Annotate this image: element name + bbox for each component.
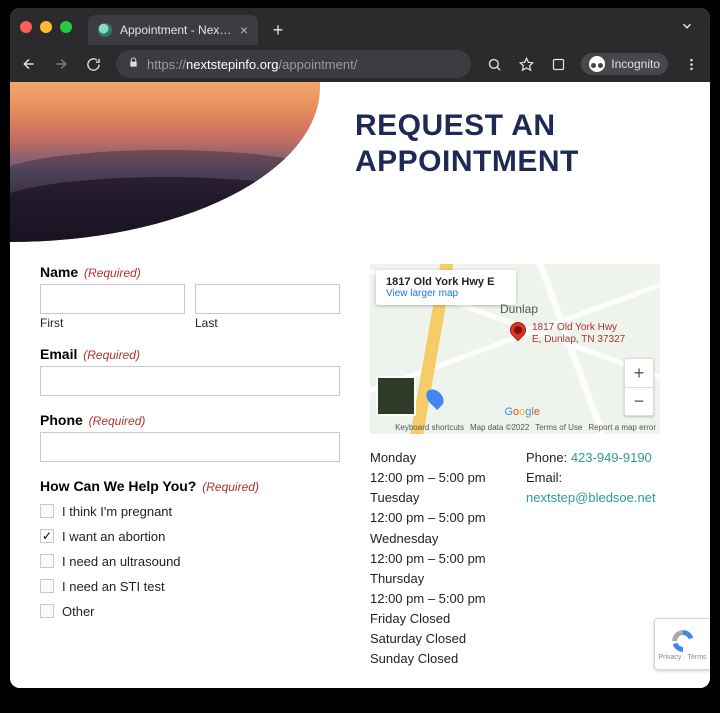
help-option-label: I need an STI test	[62, 579, 165, 594]
help-option[interactable]: I need an STI test	[40, 579, 340, 594]
map-report-link[interactable]: Report a map error	[588, 423, 656, 432]
email-group: Email (Required)	[40, 346, 340, 396]
menu-icon[interactable]	[682, 57, 700, 72]
checkbox-icon[interactable]	[40, 604, 54, 618]
incognito-badge[interactable]: Incognito	[581, 53, 668, 75]
forward-button[interactable]	[52, 56, 70, 72]
map-data-attrib: Map data ©2022	[470, 423, 529, 432]
recaptcha-badge[interactable]: Privacy · Terms	[654, 618, 710, 670]
zoom-in-button[interactable]: +	[625, 359, 653, 387]
incognito-icon	[589, 56, 605, 72]
tab-title: Appointment - Next Step Reso	[120, 23, 232, 37]
map-terms-link[interactable]: Terms of Use	[535, 423, 582, 432]
first-name-input[interactable]	[40, 284, 185, 314]
close-tab-icon[interactable]: ×	[240, 22, 248, 38]
traffic-lights	[20, 21, 72, 33]
browser-toolbar: https://nextstepinfo.org/appointment/ In…	[10, 46, 710, 82]
favicon	[98, 23, 112, 37]
browser-tab[interactable]: Appointment - Next Step Reso ×	[88, 15, 258, 45]
hero-image	[10, 82, 320, 242]
page-title: REQUEST AN APPOINTMENT	[355, 108, 579, 180]
help-option[interactable]: ✓ I want an abortion	[40, 529, 340, 544]
map-info-card: 1817 Old York Hwy E View larger map	[376, 270, 516, 305]
help-option-label: I need an ultrasound	[62, 554, 181, 569]
view-larger-map-link[interactable]: View larger map	[386, 288, 506, 299]
help-option[interactable]: Other	[40, 604, 340, 619]
phone-label-text: Phone:	[526, 450, 571, 465]
extension-icon[interactable]	[549, 57, 567, 72]
map-footer: Keyboard shortcuts Map data ©2022 Terms …	[395, 423, 656, 432]
incognito-label: Incognito	[611, 57, 660, 71]
last-sublabel: Last	[195, 316, 340, 330]
lock-icon	[128, 57, 139, 71]
first-sublabel: First	[40, 316, 185, 330]
phone-input[interactable]	[40, 432, 340, 462]
new-tab-button[interactable]: +	[266, 18, 290, 42]
close-window-button[interactable]	[20, 21, 32, 33]
required-marker: (Required)	[202, 480, 259, 494]
address-bar[interactable]: https://nextstepinfo.org/appointment/	[116, 50, 471, 78]
checkbox-icon[interactable]	[40, 554, 54, 568]
map-satellite-toggle[interactable]	[376, 376, 416, 416]
map-pin-label: 1817 Old York Hwy E, Dunlap, TN 37327	[532, 322, 625, 346]
back-button[interactable]	[20, 56, 38, 72]
search-icon[interactable]	[485, 57, 503, 72]
zoom-out-button[interactable]: −	[625, 387, 653, 415]
url-scheme: https://nextstepinfo.org/appointment/	[147, 57, 357, 72]
sidebar: 1817 Old York Hwy E View larger map Dunl…	[370, 264, 680, 670]
help-option[interactable]: I think I'm pregnant	[40, 504, 340, 519]
recaptcha-icon	[670, 628, 696, 654]
required-marker: (Required)	[89, 414, 146, 428]
map-keyboard-shortcuts-link[interactable]: Keyboard shortcuts	[395, 423, 464, 432]
help-option-label: Other	[62, 604, 95, 619]
email-input[interactable]	[40, 366, 340, 396]
help-option-label: I want an abortion	[62, 529, 165, 544]
required-marker: (Required)	[83, 348, 140, 362]
required-marker: (Required)	[84, 266, 141, 280]
email-link[interactable]: nextstep@bledsoe.net	[526, 490, 656, 505]
minimize-window-button[interactable]	[40, 21, 52, 33]
phone-group: Phone (Required)	[40, 412, 340, 462]
map-address: 1817 Old York Hwy E	[386, 276, 506, 288]
google-logo: Google	[504, 406, 540, 418]
maximize-window-button[interactable]	[60, 21, 72, 33]
hours-list: Monday 12:00 pm – 5:00 pm Tuesday 12:00 …	[370, 448, 500, 670]
phone-link[interactable]: 423-949-9190	[571, 450, 652, 465]
name-group: Name (Required) First Last	[40, 264, 340, 330]
map-embed[interactable]: 1817 Old York Hwy E View larger map Dunl…	[370, 264, 660, 434]
email-label: Email	[40, 346, 77, 362]
star-icon[interactable]	[517, 57, 535, 72]
checkbox-icon[interactable]: ✓	[40, 529, 54, 543]
hero-section: REQUEST AN APPOINTMENT	[10, 82, 710, 242]
checkbox-icon[interactable]	[40, 579, 54, 593]
chevron-down-icon[interactable]	[680, 19, 694, 36]
contact-info: Phone: 423-949-9190 Email: nextstep@bled…	[526, 448, 656, 670]
map-city-label: Dunlap	[500, 302, 538, 316]
page-viewport: REQUEST AN APPOINTMENT Name (Required) F…	[10, 82, 710, 688]
window-titlebar: Appointment - Next Step Reso × +	[10, 8, 710, 46]
help-option[interactable]: I need an ultrasound	[40, 554, 340, 569]
help-group: How Can We Help You? (Required) I think …	[40, 478, 340, 619]
checkbox-icon[interactable]	[40, 504, 54, 518]
email-label-text: Email:	[526, 468, 656, 488]
appointment-form: Name (Required) First Last	[40, 264, 340, 670]
name-label: Name	[40, 264, 78, 280]
phone-label: Phone	[40, 412, 83, 428]
reload-button[interactable]	[84, 57, 102, 72]
help-option-label: I think I'm pregnant	[62, 504, 172, 519]
last-name-input[interactable]	[195, 284, 340, 314]
map-zoom-control: + −	[624, 358, 654, 416]
help-label: How Can We Help You?	[40, 478, 196, 494]
